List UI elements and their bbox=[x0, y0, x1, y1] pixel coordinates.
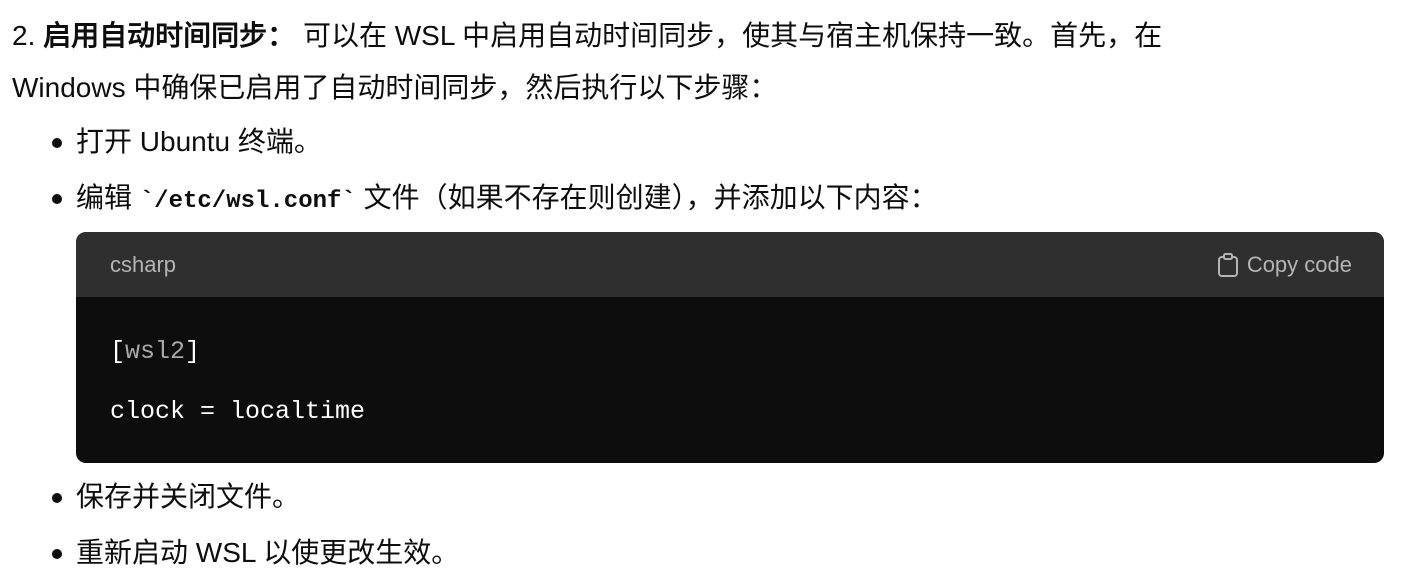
clipboard-icon bbox=[1217, 252, 1239, 277]
copy-code-label: Copy code bbox=[1246, 251, 1352, 277]
code-block: csharp Copy code [wsl2] clock = localtime bbox=[76, 232, 1384, 463]
list-item: 打开 Ubuntu 终端。 bbox=[52, 114, 1392, 170]
list-item-text: 重新启动 WSL 以使更改生效。 bbox=[76, 537, 460, 568]
code-bracket-close: ] bbox=[185, 337, 201, 366]
inline-code-path: `/etc/wsl.conf` bbox=[139, 188, 356, 215]
bullet-dot bbox=[52, 549, 62, 559]
step-bullet-list: 打开 Ubuntu 终端。 编辑 `/etc/wsl.conf` 文件（如果不存… bbox=[12, 114, 1392, 581]
list-item-text: 打开 Ubuntu 终端。 bbox=[76, 126, 322, 157]
list-item: 保存并关闭文件。 bbox=[52, 469, 1392, 525]
code-block-header: csharp Copy code bbox=[76, 232, 1384, 297]
step-number: 2. bbox=[12, 20, 36, 51]
code-bracket-open: [ bbox=[110, 337, 126, 366]
step-title: 启用自动时间同步： bbox=[43, 20, 296, 51]
code-language-label: csharp bbox=[110, 251, 177, 277]
list-item: 重新启动 WSL 以使更改生效。 bbox=[52, 525, 1392, 581]
code-line: clock = localtime bbox=[110, 397, 366, 426]
bullet-dot bbox=[52, 194, 62, 204]
step-paragraph: 2. 启用自动时间同步： 可以在 WSL 中启用自动时间同步，使其与宿主机保持一… bbox=[12, 10, 1392, 114]
bullet-dot bbox=[52, 138, 62, 148]
code-content: [wsl2] clock = localtime bbox=[76, 297, 1384, 463]
code-line: [wsl2] bbox=[110, 337, 1350, 367]
step-text-line2: Windows 中确保已启用了自动时间同步，然后执行以下步骤： bbox=[12, 72, 778, 103]
list-item-text-before: 编辑 bbox=[76, 182, 140, 213]
list-item: 编辑 `/etc/wsl.conf` 文件（如果不存在则创建），并添加以下内容：… bbox=[52, 170, 1392, 463]
list-item-text-after: 文件（如果不存在则创建），并添加以下内容： bbox=[355, 182, 938, 213]
bullet-dot bbox=[52, 493, 62, 503]
copy-code-button[interactable]: Copy code bbox=[1217, 237, 1352, 293]
message-content: 2. 启用自动时间同步： 可以在 WSL 中启用自动时间同步，使其与宿主机保持一… bbox=[12, 10, 1392, 581]
list-item-text: 保存并关闭文件。 bbox=[76, 481, 301, 512]
code-section-name: wsl2 bbox=[125, 337, 186, 366]
step-text-line1: 可以在 WSL 中启用自动时间同步，使其与宿主机保持一致。首先，在 bbox=[302, 20, 1163, 51]
